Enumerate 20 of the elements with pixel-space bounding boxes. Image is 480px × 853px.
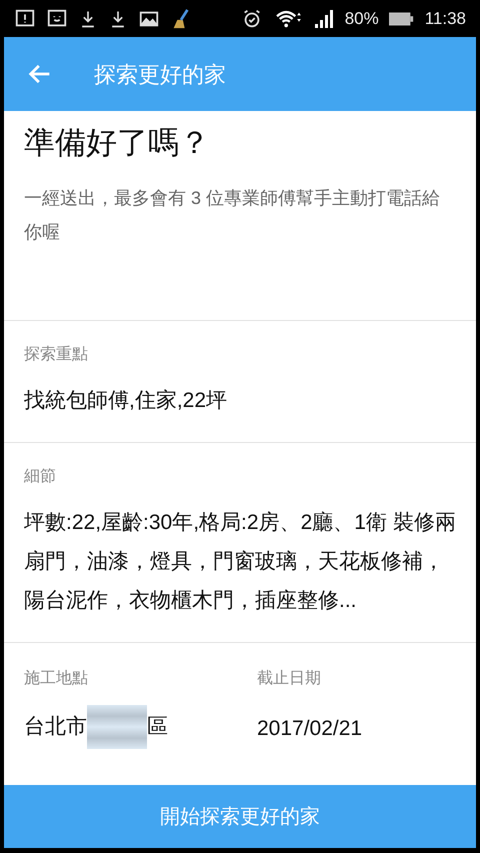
section-value: 坪數:22,屋齡:30年,格局:2房、2廳、1衛 裝修兩扇門，油漆，燈具，門窗玻璃，天花板修補，陽台泥作，衣物櫃木門，插座整修... [24, 510, 456, 614]
app-bar-title: 探索更好的家 [94, 60, 226, 88]
battery-icon [388, 10, 415, 26]
signal-icon [312, 8, 335, 28]
redaction-blur [87, 705, 147, 749]
clock: 11:38 [424, 8, 466, 30]
location-value: 台北市 [24, 714, 87, 740]
section-value: 找統包師傅,住家,22坪 [24, 388, 228, 414]
intro-text: 一經送出，最多會有 3 位專業師傅幫手主動打電話給你喔 [24, 187, 442, 244]
deadline-value: 2017/02/21 [257, 716, 364, 742]
location-value: 區 [147, 714, 168, 740]
alert-icon [14, 8, 36, 30]
battery-percent: 80% [344, 8, 379, 30]
deadline-label: 截止日期 [257, 668, 322, 689]
section-label: 探索重點 [24, 344, 89, 365]
location-label: 施工地點 [24, 668, 89, 689]
submit-button[interactable]: 開始探索更好的家 [4, 785, 476, 848]
message-icon [46, 8, 68, 30]
section-label: 細節 [24, 467, 57, 487]
heading: 準備好了嗎？ [24, 124, 211, 162]
